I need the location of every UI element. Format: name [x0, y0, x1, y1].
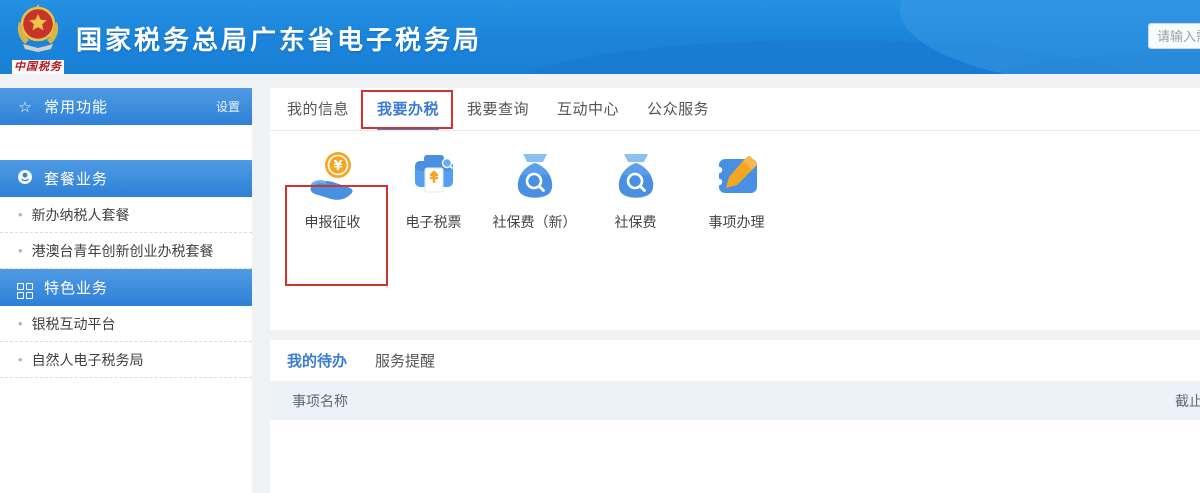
- sidebar-section-label: 特色业务: [44, 277, 240, 298]
- sidebar-item-natural-person-etax[interactable]: • 自然人电子税务局: [0, 342, 252, 378]
- svg-text:¥: ¥: [333, 159, 342, 174]
- service-electronic-tax-receipt[interactable]: 电子税票: [383, 150, 484, 232]
- tab-public-services[interactable]: 公众服务: [647, 88, 709, 130]
- sidebar-item-bank-tax-platform[interactable]: • 银税互动平台: [0, 306, 252, 342]
- todo-panel: 我的待办 服务提醒 事项名称 截止日期: [270, 340, 1200, 493]
- sidebar-section-special-services[interactable]: 特色业务: [0, 269, 252, 306]
- sidebar-item-label: 新办纳税人套餐: [32, 205, 130, 225]
- app-header: 中国税务 国家税务总局广东省电子税务局: [0, 0, 1200, 74]
- tax-emblem-icon: [13, 2, 63, 52]
- service-label: 社保费: [585, 212, 686, 232]
- service-social-insurance-fee-new[interactable]: 社保费（新）: [484, 150, 585, 232]
- sidebar: ☆ 常用功能 设置 套餐业务 • 新办纳税人套餐 • 港澳台青年创新创业办税套餐…: [0, 88, 252, 493]
- service-label: 申报征收: [282, 212, 383, 232]
- sidebar-item-label: 自然人电子税务局: [32, 350, 144, 370]
- star-icon: ☆: [16, 98, 34, 116]
- site-title: 国家税务总局广东省电子税务局: [76, 20, 482, 57]
- service-label: 社保费（新）: [484, 212, 585, 232]
- service-label: 事项办理: [686, 212, 787, 232]
- tab-tax-handling[interactable]: 我要办税: [377, 88, 439, 130]
- tax-receipt-printer-icon: [409, 151, 459, 201]
- money-bag-search-icon: [510, 150, 560, 202]
- service-declaration-collection[interactable]: ¥ 申报征收: [282, 150, 383, 232]
- service-matter-handling[interactable]: 事项办理: [686, 150, 787, 232]
- column-deadline: 截止日期: [1175, 391, 1200, 411]
- tab-inquiry[interactable]: 我要查询: [467, 88, 529, 130]
- sidebar-item-label: 银税互动平台: [32, 314, 116, 334]
- header-search-input[interactable]: [1148, 23, 1200, 49]
- brand-logo: 中国税务: [10, 2, 66, 74]
- sidebar-item-label: 港澳台青年创新创业办税套餐: [32, 241, 214, 261]
- sidebar-section-label: 常用功能: [44, 96, 216, 117]
- todo-table-header: 事项名称 截止日期: [270, 382, 1200, 420]
- logo-caption: 中国税务: [12, 60, 64, 74]
- tab-my-info[interactable]: 我的信息: [287, 88, 349, 130]
- todo-tabs: 我的待办 服务提醒: [270, 340, 1200, 382]
- money-bag-search-icon: [611, 150, 661, 202]
- tab-my-todo[interactable]: 我的待办: [287, 340, 347, 381]
- tab-interaction-center[interactable]: 互动中心: [557, 88, 619, 130]
- tab-service-reminder[interactable]: 服务提醒: [375, 340, 435, 381]
- bullet-icon: •: [18, 243, 23, 258]
- main-panel: 我的信息 我要办税 我要查询 互动中心 公众服务 ¥ 申报征收: [270, 88, 1200, 330]
- service-social-insurance-fee[interactable]: 社保费: [585, 150, 686, 232]
- sidebar-item-new-taxpayer-package[interactable]: • 新办纳税人套餐: [0, 197, 252, 233]
- hand-coin-icon: ¥: [307, 150, 359, 202]
- package-icon: [16, 169, 34, 189]
- ticket-edit-icon: [712, 151, 762, 201]
- service-label: 电子税票: [383, 212, 484, 232]
- sidebar-section-common-functions[interactable]: ☆ 常用功能 设置: [0, 88, 252, 125]
- main-tabs: 我的信息 我要办税 我要查询 互动中心 公众服务: [270, 88, 1200, 131]
- sidebar-section-label: 套餐业务: [44, 168, 240, 189]
- page: { "header": { "title": "国家税务总局广东省电子税务局",…: [0, 0, 1200, 493]
- bullet-icon: •: [18, 352, 23, 367]
- sidebar-item-hk-macau-taiwan-youth-package[interactable]: • 港澳台青年创新创业办税套餐: [0, 233, 252, 269]
- bullet-icon: •: [18, 316, 23, 331]
- bullet-icon: •: [18, 207, 23, 222]
- sidebar-section-package-services[interactable]: 套餐业务: [0, 160, 252, 197]
- sidebar-spacer: [0, 125, 252, 160]
- settings-link[interactable]: 设置: [216, 98, 240, 115]
- grid-icon: [16, 277, 34, 299]
- service-grid: ¥ 申报征收 电子税票: [270, 131, 1200, 232]
- column-matter-name: 事项名称: [270, 391, 348, 411]
